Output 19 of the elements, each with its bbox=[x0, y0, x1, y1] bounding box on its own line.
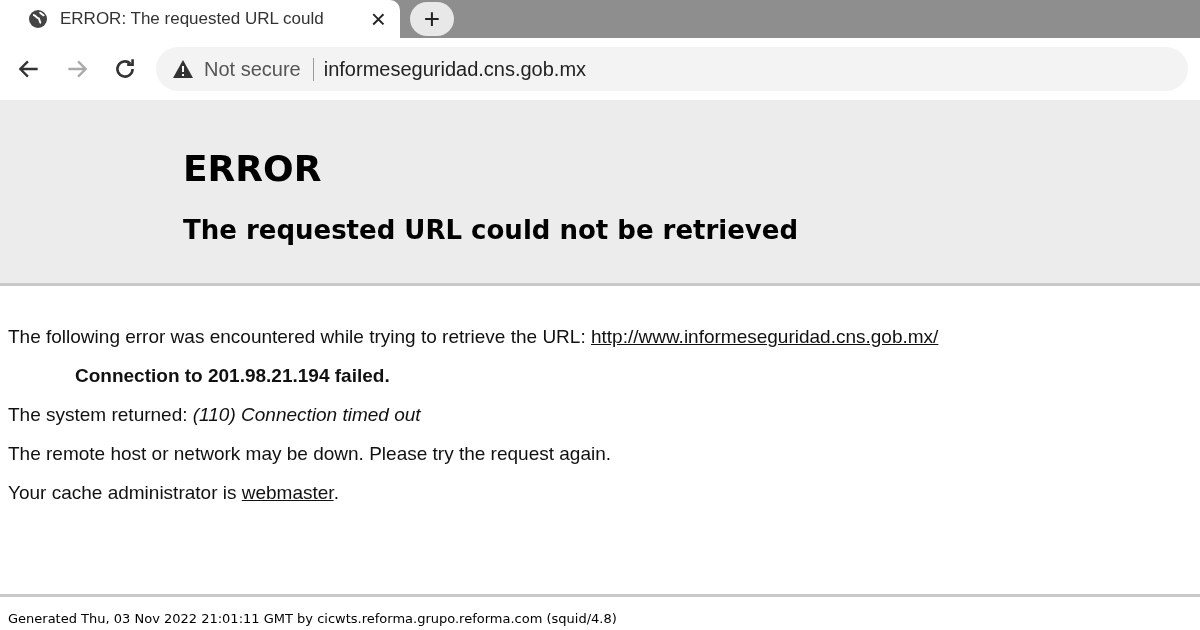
tab-title: ERROR: The requested URL could bbox=[60, 9, 325, 29]
error-subtitle: The requested URL could not be retrieved bbox=[183, 215, 800, 245]
security-label: Not secure bbox=[204, 57, 314, 81]
system-message: The system returned: (110) Connection timed out bbox=[8, 404, 422, 426]
address-bar[interactable]: Not secure informeseguridad.cns.gob.mx bbox=[156, 47, 1188, 91]
new-tab-button[interactable]: + bbox=[410, 2, 454, 36]
url-text: informeseguridad.cns.gob.mx bbox=[323, 57, 587, 81]
webmaster-link[interactable]: webmaster bbox=[241, 482, 334, 503]
error-title: ERROR bbox=[183, 148, 323, 189]
url-link[interactable]: http://www.informeseguridad.cns.gob.mx/ bbox=[590, 326, 939, 347]
close-tab-button[interactable]: × bbox=[370, 6, 386, 32]
error-detail: Connection to 201.98.21.194 failed. bbox=[75, 365, 391, 387]
warning-icon bbox=[172, 59, 194, 79]
footer-text: Generated Thu, 03 Nov 2022 21:01:11 GMT by cicwts.reforma.grupo.reforma.com (squid/4.8) bbox=[0, 594, 1200, 630]
hint-text: The remote host or network may be down. Please try the request again. bbox=[8, 443, 613, 465]
error-intro-text: The following error was encountered while trying to retrieve the URL: bbox=[8, 326, 587, 347]
browser-tab[interactable]: ERROR: The requested URL could × bbox=[0, 0, 400, 38]
globe-icon bbox=[28, 9, 48, 29]
admin-text: Your cache administrator is bbox=[8, 482, 238, 503]
